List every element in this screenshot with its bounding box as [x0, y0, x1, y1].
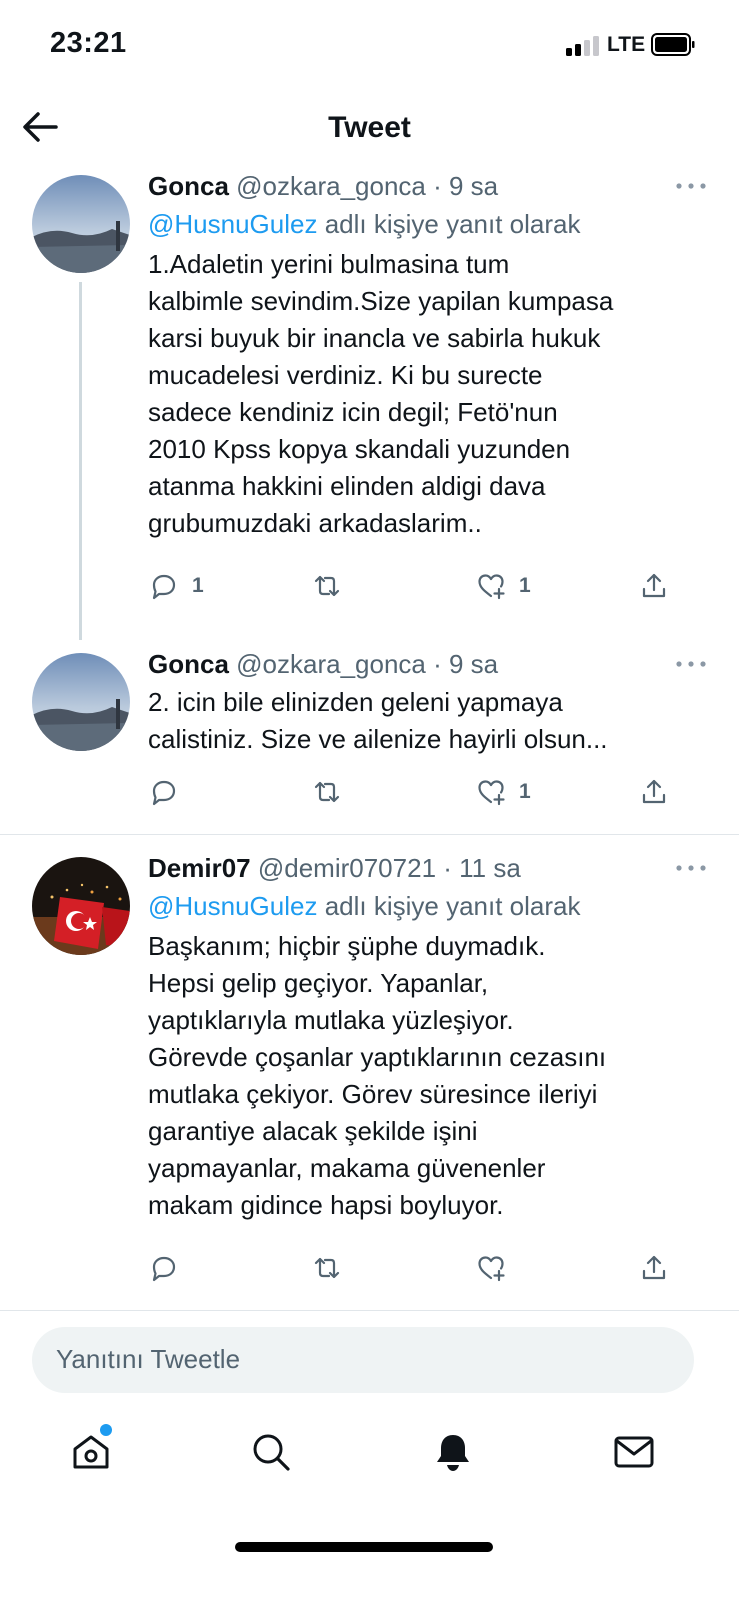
flag-avatar-image: [32, 857, 130, 955]
tweet-line: karsi buyuk bir inancla ve sabirla hukuk: [148, 323, 601, 353]
retweet-icon: [314, 781, 340, 803]
battery-icon: [651, 33, 695, 56]
tweet-line: Görevde çoşanlar yaptıklarının cezasını: [148, 1042, 607, 1072]
reply-context: @HusnuGulez adlı kişiye yanıt olarak: [148, 888, 709, 924]
author-name[interactable]: Demir07: [148, 853, 251, 883]
landscape-avatar-image: [32, 653, 130, 751]
tweet-actions: 1 1: [148, 568, 708, 604]
author-name[interactable]: Gonca: [148, 649, 229, 679]
tweet-line: makam gidince hapsi boyluyor.: [148, 1190, 504, 1220]
retweet-button[interactable]: [311, 774, 355, 810]
retweet-icon: [314, 575, 340, 597]
tweet-line: mutlaka çekiyor. Görev süresince ileriyi: [148, 1079, 598, 1109]
thread-line: [79, 282, 82, 640]
reply-button[interactable]: 1: [148, 568, 204, 604]
home-icon[interactable]: [69, 1430, 113, 1474]
mention-link[interactable]: @HusnuGulez: [148, 891, 317, 921]
tweet-line: Hepsi gelip geçiyor. Yapanlar,: [148, 968, 489, 998]
reply-placeholder: Yanıtını Tweetle: [56, 1344, 241, 1374]
tweet-line: Başkanım; hiçbir şüphe duymadık.: [148, 931, 546, 961]
tweet-line: mucadelesi verdiniz. Ki bu surecte: [148, 360, 543, 390]
reply-context-text: adlı kişiye yanıt olarak: [317, 209, 581, 239]
tweet-text: 1.Adaletin yerini bulmasina tum kalbimle…: [148, 246, 709, 542]
share-button[interactable]: [638, 1250, 670, 1286]
share-button[interactable]: [638, 568, 670, 604]
tweet-actions: 1: [148, 774, 708, 810]
tweet-text: 2. icin bile elinizden geleni yapmaya ca…: [148, 684, 709, 758]
divider: [0, 834, 739, 835]
tweet-line: atanma hakkini elinden aldigi dava: [148, 471, 546, 501]
tweet-line: yaptıklarıyla mutlaka yüzleşiyor.: [148, 1005, 514, 1035]
tweet-line: calistiniz. Size ve ailenize hayirli ols…: [148, 724, 608, 754]
more-options-icon[interactable]: [673, 652, 709, 676]
like-icon: [478, 780, 505, 806]
tweet-line: sadece kendiniz icin degil; Fetö'nun: [148, 397, 558, 427]
like-button[interactable]: 1: [475, 774, 531, 810]
tweet-line: grubumuzdaki arkadaslarim..: [148, 508, 482, 538]
retweet-icon: [314, 1257, 340, 1279]
tweet-line: kalbimle sevindim.Size yapilan kumpasa: [148, 286, 614, 316]
retweet-button[interactable]: [311, 568, 355, 604]
share-icon: [642, 1255, 666, 1280]
author-handle-time[interactable]: @demir070721 · 11 sa: [258, 853, 521, 883]
like-count: 1: [519, 574, 531, 597]
more-options-icon[interactable]: [673, 174, 709, 198]
tweet[interactable]: Demir07 @demir070721 · 11 sa @HusnuGulez…: [0, 852, 739, 1292]
landscape-avatar-image: [32, 175, 130, 273]
share-icon: [642, 779, 666, 804]
tweet-line: 2. icin bile elinizden geleni yapmaya: [148, 687, 563, 717]
tweet[interactable]: Gonca @ozkara_gonca · 9 sa @HusnuGulez a…: [0, 170, 739, 640]
cellular-signal-icon: [566, 34, 602, 56]
author-handle-time[interactable]: @ozkara_gonca · 9 sa: [236, 649, 498, 679]
search-icon[interactable]: [249, 1430, 293, 1474]
tweet-actions: [148, 1250, 708, 1286]
retweet-button[interactable]: [311, 1250, 355, 1286]
mention-link[interactable]: @HusnuGulez: [148, 209, 317, 239]
like-icon: [478, 574, 505, 600]
status-time: 23:21: [50, 27, 127, 59]
share-icon: [642, 573, 666, 598]
bell-icon[interactable]: [431, 1430, 475, 1474]
nav-header: Tweet: [0, 95, 739, 160]
tweet[interactable]: Gonca @ozkara_gonca · 9 sa 2. icin bile …: [0, 648, 739, 828]
tweet-line: 2010 Kpss kopya skandali yuzunden: [148, 434, 571, 464]
author-name[interactable]: Gonca: [148, 171, 229, 201]
reply-icon: [152, 1256, 176, 1282]
mail-icon[interactable]: [612, 1430, 656, 1474]
reply-icon: [152, 574, 176, 600]
reply-icon: [152, 780, 176, 806]
like-button[interactable]: 1: [475, 568, 531, 604]
tweet-text: Başkanım; hiçbir şüphe duymadık. Hepsi g…: [148, 928, 709, 1224]
like-count: 1: [519, 780, 531, 803]
author-handle-time[interactable]: @ozkara_gonca · 9 sa: [236, 171, 498, 201]
like-icon: [478, 1256, 505, 1282]
tweet-line: garantiye alacak şekilde işini: [148, 1116, 478, 1146]
avatar[interactable]: [32, 175, 130, 273]
like-button[interactable]: [475, 1250, 519, 1286]
home-indicator: [235, 1542, 493, 1552]
avatar[interactable]: [32, 653, 130, 751]
reply-button[interactable]: [148, 774, 192, 810]
status-bar: 23:21 LTE: [0, 0, 739, 90]
avatar[interactable]: [32, 857, 130, 955]
tweet-line: yapmayanlar, makama güvenenler: [148, 1153, 546, 1183]
tweet-line: 1.Adaletin yerini bulmasina tum: [148, 249, 510, 279]
more-options-icon[interactable]: [673, 856, 709, 880]
reply-input[interactable]: Yanıtını Tweetle: [32, 1327, 694, 1393]
notification-dot: [100, 1424, 112, 1436]
divider: [0, 1310, 739, 1311]
page-title: Tweet: [328, 111, 411, 144]
network-type: LTE: [607, 33, 646, 56]
reply-count: 1: [192, 574, 204, 597]
reply-context-text: adlı kişiye yanıt olarak: [317, 891, 581, 921]
reply-button[interactable]: [148, 1250, 192, 1286]
share-button[interactable]: [638, 774, 670, 810]
reply-context: @HusnuGulez adlı kişiye yanıt olarak: [148, 206, 709, 242]
